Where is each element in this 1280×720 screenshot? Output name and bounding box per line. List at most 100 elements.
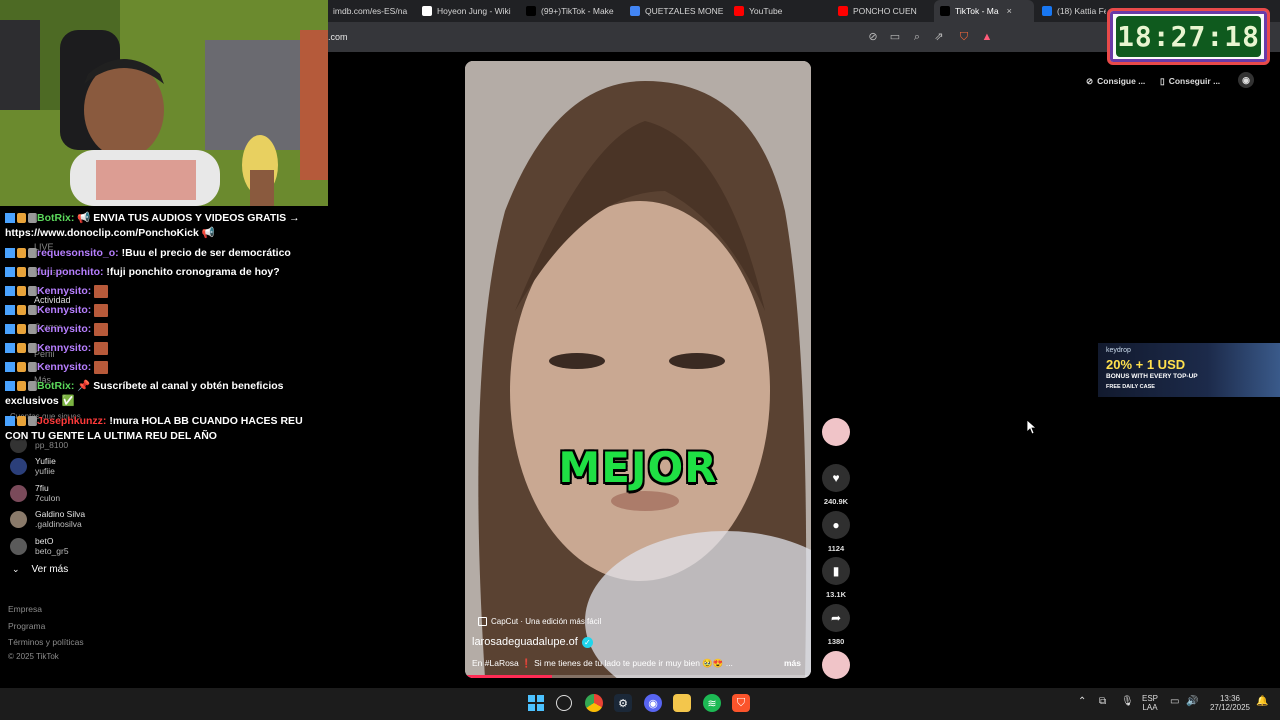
video-player[interactable]: MEJOR CapCut · Una edición más fácil lar…: [465, 61, 811, 678]
chat-username: Kennysito:: [37, 304, 92, 316]
description-more-link[interactable]: más: [784, 658, 801, 668]
tray-overflow-icon[interactable]: ⌃: [1078, 697, 1086, 707]
tray-app-icon[interactable]: ⧉: [1099, 697, 1106, 707]
account-name: betO: [35, 536, 54, 546]
comment-icon: ●: [822, 511, 850, 539]
notification-bell-icon[interactable]: 🔔: [1256, 697, 1268, 707]
file-explorer-icon[interactable]: [673, 694, 691, 712]
zoom-icon[interactable]: ⌕: [910, 30, 924, 44]
tab-label: QUETZALES MONE: [645, 6, 724, 16]
microphone-icon[interactable]: 🎙: [1121, 697, 1134, 707]
tiktok-icon: [940, 6, 950, 16]
ad-brand: keydrop: [1106, 347, 1131, 354]
network-icon[interactable]: ▭: [1170, 697, 1179, 707]
address-bar[interactable]: .com: [328, 32, 348, 42]
footer-terms[interactable]: Términos y políticas: [8, 637, 84, 647]
language-code: ESP: [1142, 694, 1159, 703]
brave-browser-icon[interactable]: ⛉: [732, 694, 750, 712]
cast-icon[interactable]: ▭: [888, 30, 902, 44]
chat-emote-icon: [94, 322, 109, 336]
avatar: [822, 418, 850, 446]
stream-clock-overlay: 18:27:18: [1107, 8, 1270, 65]
profile-avatar-button[interactable]: ◉: [1238, 72, 1254, 88]
get-app-button[interactable]: ▯ Conseguir ...: [1160, 72, 1220, 90]
keyboard-layout: LAA: [1142, 703, 1158, 712]
taskbar-clock[interactable]: 13:36 27/12/2025: [1208, 694, 1252, 712]
following-account[interactable]: Galdino Silva .galdinosilva: [10, 509, 85, 529]
keydrop-ad-banner[interactable]: keydrop 20% + 1 USD BONUS WITH EVERY TOP…: [1098, 343, 1280, 397]
tab-label: (18) Kattia Fe: [1057, 6, 1106, 16]
save-count: 13.1K: [825, 590, 846, 599]
steam-icon[interactable]: ⚙: [614, 694, 632, 712]
ad-headline: 20% + 1 USD: [1106, 357, 1186, 372]
comment-button[interactable]: ● 1124: [822, 511, 850, 553]
see-more-button[interactable]: ⌄ Ver más: [12, 564, 68, 575]
language-indicator[interactable]: ESP LAA: [1142, 694, 1158, 712]
chrome-icon[interactable]: [585, 694, 603, 712]
chat-message: Kennysito:: [5, 303, 325, 318]
discord-icon[interactable]: ◉: [644, 694, 662, 712]
chat-badges-icon: [5, 323, 37, 335]
chat-username: Kennysito:: [37, 323, 92, 335]
obs-icon[interactable]: [556, 695, 572, 711]
browser-tab[interactable]: QUETZALES MONE: [624, 0, 728, 22]
get-coins-button[interactable]: ⊘ Consigue ...: [1086, 72, 1145, 90]
close-tab-icon[interactable]: ×: [1007, 6, 1012, 16]
share-arrow-icon: ➦: [822, 604, 850, 632]
windows-start-icon[interactable]: [527, 694, 545, 712]
following-account[interactable]: Yufiie yufiie: [10, 456, 56, 476]
browser-tab[interactable]: (18) Kattia Fe: [1036, 0, 1106, 22]
chat-username: BotRix:: [37, 212, 75, 224]
chat-username: Josephkunzz:: [37, 415, 107, 427]
chat-username: Kennysito:: [37, 342, 92, 354]
tab-label: PONCHO CUEN: [853, 6, 917, 16]
chat-message: requesonsito_o: !Buu el precio de ser de…: [5, 246, 325, 261]
streamer-webcam: [0, 0, 328, 206]
creator-avatar-button[interactable]: [822, 418, 850, 446]
brave-shield-icon[interactable]: ⛉: [957, 30, 971, 44]
chat-badges-icon: [5, 380, 37, 392]
avatar: [10, 510, 27, 528]
browser-tab[interactable]: TikTok - Ma ×: [934, 0, 1034, 22]
heart-icon: ♥: [822, 464, 850, 492]
browser-tab[interactable]: Hoyeon Jung - Wiki: [416, 0, 520, 22]
footer-program[interactable]: Programa: [8, 621, 45, 631]
video-progress-bar[interactable]: [465, 675, 811, 678]
tracking-icon[interactable]: ⊘: [866, 30, 880, 44]
chat-emote-icon: [94, 284, 109, 298]
browser-tab[interactable]: (99+)TikTok - Make: [520, 0, 624, 22]
comment-count: 1124: [827, 544, 845, 553]
chat-emote-icon: [94, 303, 109, 317]
spotify-icon[interactable]: ≋: [703, 694, 721, 712]
account-name: Yufiie: [35, 456, 56, 466]
music-disc-icon: [822, 651, 850, 679]
chat-badges-icon: [5, 342, 37, 354]
following-account[interactable]: 7fiu 7culon: [10, 483, 60, 503]
sound-disc-button[interactable]: [822, 651, 850, 679]
chat-emote-icon: [94, 341, 109, 355]
video-author[interactable]: larosadeguadalupe.of ✓: [472, 636, 593, 648]
share-button[interactable]: ➦ 1380: [822, 604, 850, 646]
chat-badges-icon: [5, 247, 37, 259]
save-button[interactable]: ▮ 13.1K: [822, 557, 850, 599]
brave-rewards-icon[interactable]: ▲: [980, 30, 994, 44]
tab-label: imdb.com/es-ES/na: [333, 6, 408, 16]
like-button[interactable]: ♥ 240.9K: [822, 464, 850, 506]
account-handle: 7culon: [35, 493, 61, 503]
chat-badges-icon: [5, 212, 37, 224]
progress-fill: [465, 675, 552, 678]
ad-subtitle: BONUS WITH EVERY TOP-UP: [1106, 373, 1198, 380]
ad-cta: FREE DAILY CASE: [1106, 384, 1155, 390]
volume-icon[interactable]: 🔊: [1186, 697, 1198, 707]
browser-tab[interactable]: YouTube: [728, 0, 830, 22]
chat-badges-icon: [5, 266, 37, 278]
see-more-label: Ver más: [31, 564, 69, 575]
share-icon[interactable]: ⇗: [932, 30, 946, 44]
capcut-tag[interactable]: CapCut · Una edición más fácil: [478, 617, 601, 626]
following-account[interactable]: betO beto_gr5: [10, 536, 69, 556]
chat-badges-icon: [5, 304, 37, 316]
browser-tab[interactable]: PONCHO CUEN: [832, 0, 930, 22]
footer-company[interactable]: Empresa: [8, 604, 42, 614]
windows-taskbar: [0, 688, 1280, 720]
footer-copyright: © 2025 TikTok: [8, 652, 59, 661]
